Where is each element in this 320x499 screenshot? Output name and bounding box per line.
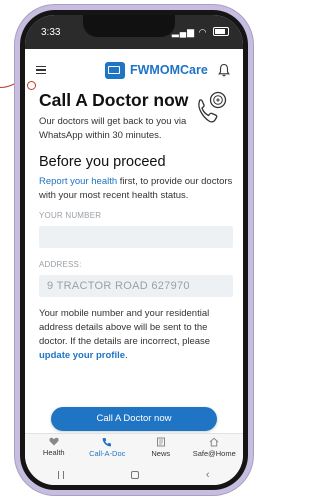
call-doctor-button[interactable]: Call A Doctor now: [51, 407, 217, 431]
heart-icon: [49, 437, 59, 446]
report-paragraph: Report your health first, to provide our…: [39, 175, 233, 203]
home-icon: [209, 437, 219, 447]
report-health-link[interactable]: Report your health: [39, 176, 117, 187]
app-screen: 3:33 ▂▄▆ ◠ FWMOMCare Call A Doctor now O…: [25, 15, 243, 485]
section-title: Before you proceed: [39, 154, 166, 170]
battery-icon: [213, 27, 229, 36]
phone-frame: 3:33 ▂▄▆ ◠ FWMOMCare Call A Doctor now O…: [15, 5, 253, 495]
home-button-icon[interactable]: [131, 471, 140, 479]
tab-news[interactable]: News: [134, 434, 188, 464]
notice-paragraph: Your mobile number and your residential …: [39, 307, 233, 363]
address-label: ADDRESS:: [39, 260, 82, 269]
tab-call-a-doc[interactable]: Call-A-Doc: [81, 434, 135, 464]
menu-icon[interactable]: [36, 66, 46, 75]
main-content: Call A Doctor now Our doctors will get b…: [39, 89, 233, 363]
number-field[interactable]: [39, 226, 233, 248]
status-bar: 3:33 ▂▄▆ ◠: [25, 15, 243, 49]
tab-health[interactable]: Health: [27, 434, 81, 464]
tab-label: Safe@Home: [192, 449, 236, 458]
system-nav-bar: ‹: [25, 463, 243, 485]
back-icon[interactable]: ‹: [206, 469, 210, 481]
tab-label: News: [151, 449, 171, 458]
tab-safe-at-home[interactable]: Safe@Home: [188, 434, 242, 464]
news-icon: [156, 437, 165, 447]
app-header: FWMOMCare: [25, 51, 243, 89]
phone-bezel: 3:33 ▂▄▆ ◠ FWMOMCare Call A Doctor now O…: [20, 10, 248, 490]
tab-label: Health: [42, 448, 65, 457]
notice-end: .: [125, 350, 128, 361]
wifi-icon: ◠: [198, 27, 208, 37]
annotation-dot: [27, 81, 36, 90]
update-profile-link[interactable]: update your profile: [39, 350, 125, 361]
tab-label: Call-A-Doc: [89, 449, 126, 458]
phone-icon: [102, 438, 112, 447]
bottom-tab-bar: Health Call-A-Doc News Safe@Home: [25, 433, 243, 464]
camera-notch: [83, 15, 175, 37]
phone-doctor-icon: [198, 91, 227, 123]
address-field[interactable]: 9 TRACTOR ROAD 627970: [39, 275, 233, 297]
intro-text: Our doctors will get back to you via Wha…: [39, 116, 187, 141]
notice-text: Your mobile number and your residential …: [39, 308, 211, 347]
number-label: YOUR NUMBER: [39, 211, 102, 220]
signal-icon: ▂▄▆: [171, 27, 196, 37]
status-time: 3:33: [41, 27, 61, 38]
status-icons: ▂▄▆ ◠: [172, 26, 229, 38]
brand-logo: FWMOMCare: [105, 59, 208, 81]
recents-icon[interactable]: [58, 471, 65, 479]
brand-name: FWMOMCare: [130, 63, 208, 77]
logo-icon: [105, 61, 125, 79]
bell-icon[interactable]: [218, 63, 230, 77]
